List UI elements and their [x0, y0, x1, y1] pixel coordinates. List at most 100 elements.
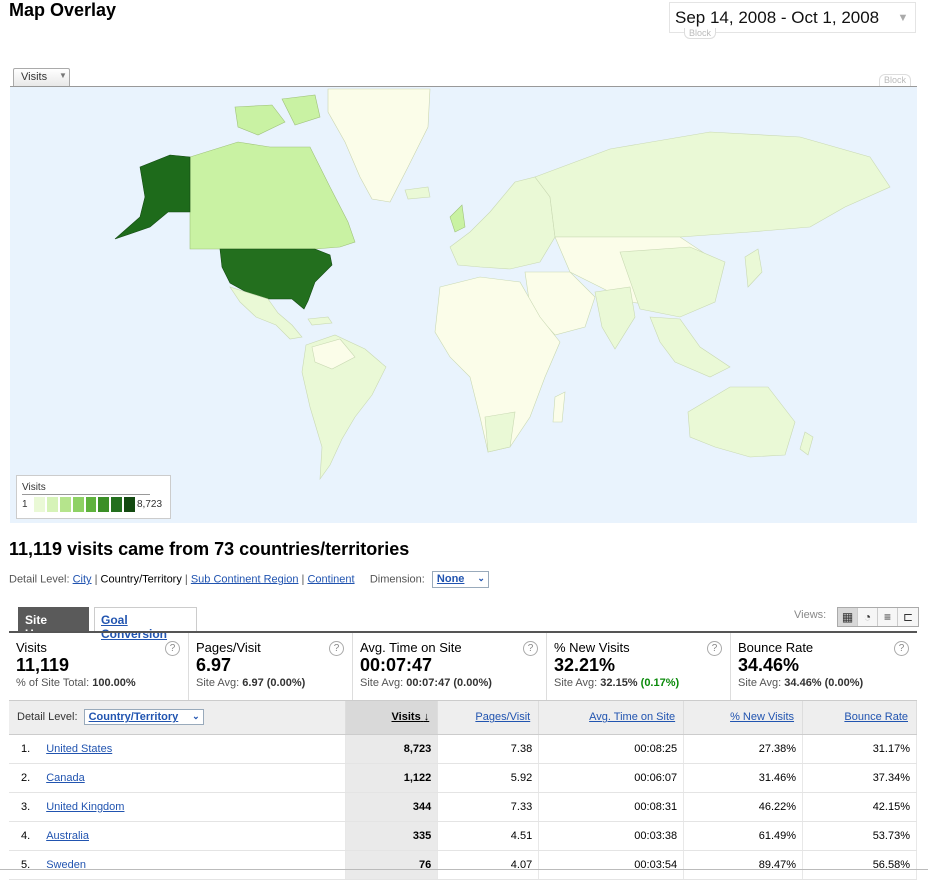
tab-goal-conversion[interactable]: Goal Conversion [94, 607, 197, 641]
country-russia[interactable] [534, 131, 891, 238]
summary-sub: Site Avg: 32.15% (0.17%) [554, 677, 730, 689]
summary-sub: Site Avg: 34.46% (0.00%) [738, 677, 917, 689]
table-header-row: Detail Level: Country/Territory ⌄ Visits… [9, 701, 917, 735]
country-united-kingdom[interactable] [449, 204, 466, 233]
cell-avg-time: 00:06:07 [538, 763, 685, 793]
summary-value: 32.21% [554, 655, 616, 675]
summary-sub-value: 6.97 (0.00%) [242, 677, 306, 689]
cell-bounce-rate: 56.58% [802, 850, 917, 880]
views-label: Views: [794, 609, 827, 621]
country-canada[interactable] [189, 141, 356, 250]
summary-value: 34.46% [738, 655, 800, 675]
column-header-pages-visit[interactable]: Pages/Visit [437, 701, 540, 735]
country-canada-islands[interactable] [234, 104, 286, 136]
cell-bounce-rate: 37.34% [802, 763, 917, 793]
summary-visits: Visits 11,119 % of Site Total: 100.00% ? [9, 633, 189, 700]
cell-visits: 344 [345, 792, 439, 822]
table-detail-level-header: Detail Level: Country/Territory ⌄ [9, 701, 347, 735]
summary-name: Visits [16, 640, 47, 655]
cell-pages-visit: 4.51 [437, 821, 540, 851]
legend-swatch [123, 496, 136, 513]
detail-level-subcontinent[interactable]: Sub Continent Region [191, 573, 299, 585]
map-metric-select[interactable]: Visits ▼ [13, 68, 70, 86]
help-icon[interactable]: ? [523, 641, 538, 656]
help-icon[interactable]: ? [329, 641, 344, 656]
region-southeast-asia[interactable] [649, 316, 731, 378]
country-china[interactable] [619, 246, 726, 318]
country-india[interactable] [594, 286, 636, 350]
table-detail-select[interactable]: Country/Territory ⌄ [83, 709, 204, 726]
performance-view-icon[interactable]: ≡ [878, 608, 898, 626]
summary-sub-value: 100.00% [92, 677, 136, 689]
sort-arrow-down-icon: ↓ [423, 711, 430, 724]
cell-pages-visit: 4.07 [437, 850, 540, 880]
legend-divider [22, 494, 150, 495]
column-header-bounce-rate[interactable]: Bounce Rate [802, 701, 917, 735]
tab-site-usage[interactable]: Site Usage [18, 607, 89, 641]
chevron-down-icon: ⌄ [192, 711, 200, 722]
column-header-label: Visits [391, 711, 421, 724]
country-link[interactable]: Canada [46, 772, 85, 784]
column-header-visits[interactable]: Visits ↓ [345, 701, 439, 735]
detail-level-city[interactable]: City [73, 573, 92, 585]
summary-sub: Site Avg: 00:07:47 (0.00%) [360, 677, 546, 689]
table-detail-value: Country/Territory [88, 711, 179, 724]
dimension-select[interactable]: None ⌄ [431, 571, 489, 588]
cell-new-visits: 89.47% [683, 850, 804, 880]
cell-pages-visit: 5.92 [437, 763, 540, 793]
caribbean-islands[interactable] [307, 316, 333, 326]
cell-new-visits: 46.22% [683, 792, 804, 822]
country-us-alaska[interactable] [114, 154, 191, 240]
legend-label: Visits [22, 482, 46, 493]
comparison-view-icon[interactable]: ⊏ [898, 608, 918, 626]
summary-name: Bounce Rate [738, 640, 814, 655]
country-japan[interactable] [744, 248, 763, 288]
table-row: 1. United States 8,723 7.38 00:08:25 27.3… [9, 734, 917, 764]
chevron-down-icon[interactable]: ▼ [891, 3, 915, 32]
table-detail-label: Detail Level: [17, 711, 78, 724]
world-map-svg [114, 88, 891, 481]
summary-value: 6.97 [196, 655, 232, 675]
row-number: 1. [21, 742, 31, 755]
table-row: 3. United Kingdom 344 7.33 00:08:31 46.22… [9, 792, 917, 822]
cell-avg-time: 00:08:31 [538, 792, 685, 822]
help-icon[interactable]: ? [707, 641, 722, 656]
summary-pages-visit: Pages/Visit 6.97 Site Avg: 6.97 (0.00%) … [189, 633, 353, 700]
country-australia[interactable] [687, 386, 796, 458]
legend-swatch [110, 496, 124, 513]
cell-bounce-rate: 53.73% [802, 821, 917, 851]
summary-name: % New Visits [554, 640, 630, 655]
country-greenland[interactable] [327, 88, 431, 203]
bottom-border [0, 869, 928, 870]
map-block-tab: Block [879, 74, 912, 86]
summary-row: Visits 11,119 % of Site Total: 100.00% ?… [9, 633, 917, 701]
summary-sub-prefix: Site Avg: [554, 677, 598, 689]
visits-headline: 11,119 visits came from 73 countries/ter… [9, 539, 410, 559]
column-header-new-visits[interactable]: % New Visits [683, 701, 804, 735]
date-block-tab: Block [684, 28, 717, 39]
dimension-value: None [436, 573, 465, 585]
world-map[interactable] [10, 87, 917, 523]
country-united-states[interactable] [219, 248, 333, 310]
legend-swatch [45, 496, 59, 513]
country-madagascar[interactable] [552, 391, 566, 423]
country-link[interactable]: United Kingdom [46, 801, 124, 813]
country-canada-islands-2[interactable] [281, 94, 321, 126]
legend-swatch [97, 496, 111, 513]
page-title: Map Overlay [9, 0, 117, 20]
country-link[interactable]: United States [46, 743, 112, 755]
summary-sub-value: 32.15% [600, 677, 638, 689]
legend-swatch [33, 496, 46, 513]
pie-view-icon[interactable]: ◔ [858, 608, 878, 626]
country-new-zealand[interactable] [799, 431, 814, 456]
help-icon[interactable]: ? [165, 641, 180, 656]
column-header-avg-time[interactable]: Avg. Time on Site [538, 701, 685, 735]
country-link[interactable]: Australia [46, 830, 89, 842]
country-iceland[interactable] [404, 186, 431, 200]
help-icon[interactable]: ? [894, 641, 909, 656]
table-view-icon[interactable]: ▦ [838, 608, 858, 626]
detail-level-label: Detail Level: [9, 573, 70, 586]
detail-level-continent[interactable]: Continent [307, 573, 354, 585]
region-europe[interactable] [449, 176, 556, 270]
legend-min: 1 [22, 499, 28, 510]
